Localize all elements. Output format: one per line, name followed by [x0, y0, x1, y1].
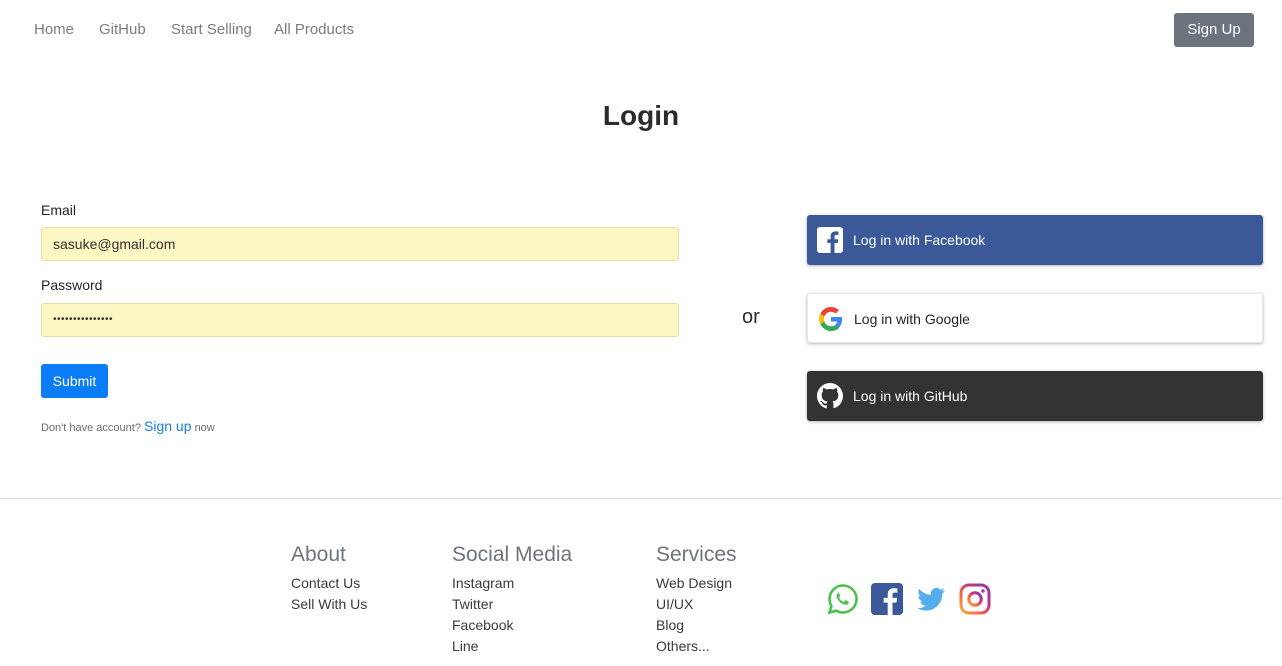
- facebook-icon: [817, 227, 843, 253]
- footer-link-facebook[interactable]: Facebook: [452, 615, 572, 636]
- google-login-label: Log in with Google: [854, 311, 970, 327]
- github-icon: [817, 383, 843, 409]
- footer-divider: [0, 498, 1282, 499]
- footer-social-media: Social Media Instagram Twitter Facebook …: [452, 543, 572, 657]
- top-navbar: Home GitHub Start Selling All Products S…: [0, 0, 1282, 60]
- footer-social-title: Social Media: [452, 543, 573, 566]
- footer-link-twitter[interactable]: Twitter: [452, 594, 572, 615]
- footer-about-title: About: [291, 543, 346, 566]
- password-field[interactable]: •••••••••••••••: [41, 303, 679, 337]
- nav-start-selling[interactable]: Start Selling: [171, 21, 252, 38]
- github-login-label: Log in with GitHub: [853, 388, 968, 404]
- email-label: Email: [41, 202, 77, 218]
- signup-link[interactable]: Sign up: [144, 418, 191, 434]
- footer-link-instagram[interactable]: Instagram: [452, 573, 572, 594]
- facebook-icon[interactable]: [871, 583, 903, 615]
- footer-link-web-design[interactable]: Web Design: [656, 573, 737, 594]
- hint-prefix: Don't have account?: [41, 422, 141, 434]
- footer-link-sell-with-us[interactable]: Sell With Us: [291, 594, 367, 615]
- page-title: Login: [602, 100, 680, 131]
- or-separator: or: [742, 306, 760, 328]
- footer-about: About Contact Us Sell With Us: [291, 543, 367, 615]
- submit-button[interactable]: Submit: [41, 364, 108, 398]
- nav-home[interactable]: Home: [34, 21, 74, 38]
- footer-link-blog[interactable]: Blog: [656, 615, 737, 636]
- whatsapp-icon[interactable]: [827, 583, 859, 615]
- footer-link-line[interactable]: Line: [452, 636, 572, 657]
- footer-link-uiux[interactable]: UI/UX: [656, 594, 737, 615]
- email-field[interactable]: sasuke@gmail.com: [41, 227, 679, 261]
- github-login-button[interactable]: Log in with GitHub: [807, 371, 1263, 421]
- password-label: Password: [41, 277, 103, 293]
- nav-github[interactable]: GitHub: [99, 21, 146, 38]
- footer-services-title: Services: [656, 543, 737, 566]
- signup-button[interactable]: Sign Up: [1174, 13, 1254, 47]
- google-login-button[interactable]: Log in with Google: [807, 293, 1263, 343]
- twitter-icon[interactable]: [915, 583, 947, 615]
- hint-suffix: now: [194, 422, 215, 434]
- facebook-login-label: Log in with Facebook: [853, 232, 986, 248]
- footer-services: Services Web Design UI/UX Blog Others...: [656, 543, 737, 657]
- footer-link-contact-us[interactable]: Contact Us: [291, 573, 367, 594]
- google-icon: [818, 306, 844, 332]
- footer-link-others[interactable]: Others...: [656, 636, 737, 657]
- nav-all-products[interactable]: All Products: [274, 21, 354, 38]
- signup-hint: Don't have account? Sign up now: [41, 418, 215, 434]
- instagram-icon[interactable]: [959, 583, 991, 615]
- facebook-login-button[interactable]: Log in with Facebook: [807, 215, 1263, 265]
